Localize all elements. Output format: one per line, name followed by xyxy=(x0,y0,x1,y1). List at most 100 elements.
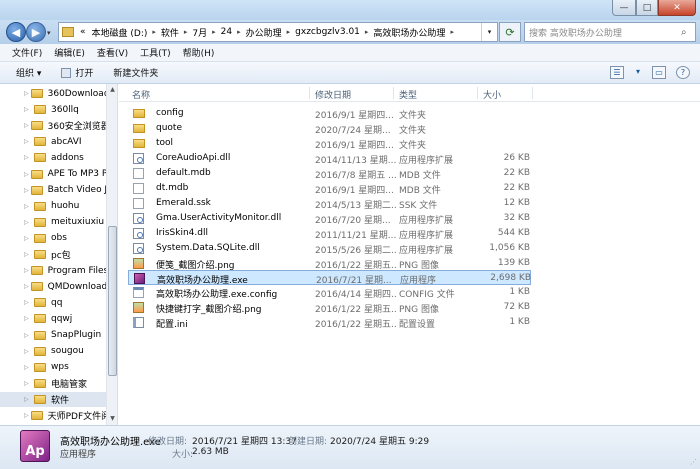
new-folder-button[interactable]: 新建文件夹 xyxy=(103,66,168,79)
breadcrumb-separator[interactable]: ▸ xyxy=(150,28,158,36)
sidebar-item[interactable]: ▷ 软件 xyxy=(0,391,106,407)
expand-arrow-icon[interactable]: ▷ xyxy=(24,267,29,274)
file-row[interactable]: CoreAudioApi.dll 2014/11/13 星期... 应用程序扩展 26… xyxy=(128,151,531,166)
sidebar-item[interactable]: ▷ 360Downloads xyxy=(0,86,106,101)
sidebar-item[interactable]: ▷ Program Files xyxy=(0,263,106,278)
breadcrumb-item[interactable]: 24 xyxy=(218,27,235,37)
sidebar-item[interactable]: ▷ abcAVI xyxy=(0,134,106,149)
breadcrumb-item[interactable]: 办公助理 xyxy=(243,26,285,39)
sidebar-item[interactable]: ▷ qqwj xyxy=(0,311,106,326)
expand-arrow-icon[interactable]: ▷ xyxy=(24,106,32,113)
breadcrumb-separator[interactable]: ▸ xyxy=(448,28,456,36)
file-row[interactable]: System.Data.SQLite.dll 2015/5/26 星期二... 应用… xyxy=(128,241,531,256)
expand-arrow-icon[interactable]: ▷ xyxy=(24,380,32,387)
breadcrumb-item[interactable]: gxzcbgzlv3.01 xyxy=(292,27,363,37)
close-button[interactable]: ✕ xyxy=(658,0,696,16)
scrollbar-thumb[interactable] xyxy=(108,226,117,376)
expand-arrow-icon[interactable]: ▷ xyxy=(24,203,32,210)
breadcrumb-overflow[interactable]: « xyxy=(77,27,89,37)
expand-arrow-icon[interactable]: ▷ xyxy=(24,396,32,403)
sidebar-item[interactable]: ▷ SnapPlugin xyxy=(0,328,106,343)
change-view-icon[interactable]: ☰ xyxy=(610,66,624,79)
breadcrumb-item[interactable]: 本地磁盘 (D:) xyxy=(89,26,151,39)
file-row[interactable]: tool 2016/9/1 星期四... 文件夹 xyxy=(128,136,531,151)
breadcrumb-item[interactable]: 软件 xyxy=(158,26,182,39)
expand-arrow-icon[interactable]: ▷ xyxy=(24,364,32,371)
view-dropdown-icon[interactable]: ▾ xyxy=(634,66,642,79)
forward-button[interactable]: ▶ xyxy=(26,22,46,42)
file-row[interactable]: Gma.UserActivityMonitor.dll 2016/7/20 星期.… xyxy=(128,211,531,226)
file-row[interactable]: Emerald.ssk 2014/5/13 星期二... SSK 文件 12 KB xyxy=(128,196,531,211)
sidebar-item[interactable]: ▷ APE To MP3 Pl xyxy=(0,167,106,182)
refresh-button[interactable]: ⟳ xyxy=(499,22,521,42)
expand-arrow-icon[interactable]: ▷ xyxy=(24,348,32,355)
maximize-button[interactable]: □ xyxy=(636,0,658,16)
breadcrumb-item[interactable]: 高效职场办公助理 xyxy=(370,26,448,39)
recent-pages-dropdown[interactable]: ▾ xyxy=(47,29,51,37)
sidebar-item[interactable]: ▷ sougou xyxy=(0,344,106,359)
breadcrumb-item[interactable]: 7月 xyxy=(189,26,210,39)
sidebar-item[interactable]: ▷ 天师PDF文件阅 xyxy=(0,408,106,423)
expand-arrow-icon[interactable]: ▷ xyxy=(24,332,32,339)
file-row[interactable]: 便笺_截图介绍.png 2016/1/22 星期五... PNG 图像 139 KB xyxy=(128,256,531,271)
menu-tools[interactable]: 工具(T) xyxy=(134,46,177,59)
help-icon[interactable]: ? xyxy=(676,66,690,79)
menu-edit[interactable]: 编辑(E) xyxy=(48,46,91,59)
sidebar-item[interactable]: ▷ 电脑管家 xyxy=(0,376,106,391)
column-header-type[interactable]: 类型 xyxy=(399,88,417,101)
file-row[interactable]: 配置.ini 2016/1/22 星期五... 配置设置 1 KB xyxy=(128,315,531,330)
breadcrumb-separator[interactable]: ▸ xyxy=(182,28,190,36)
file-row[interactable]: quote 2020/7/24 星期... 文件夹 xyxy=(128,121,531,136)
file-row[interactable]: IrisSkin4.dll 2011/11/21 星期... 应用程序扩展 544 K… xyxy=(128,226,531,241)
expand-arrow-icon[interactable]: ▷ xyxy=(24,412,29,419)
sidebar-item[interactable]: ▷ meituxiuxiu xyxy=(0,215,106,230)
sidebar-item[interactable]: ▷ obs xyxy=(0,231,106,246)
column-divider[interactable] xyxy=(393,87,394,99)
scroll-up-button[interactable]: ▲ xyxy=(107,84,117,96)
sidebar-item[interactable]: ▷ QMDownload xyxy=(0,279,106,294)
expand-arrow-icon[interactable]: ▷ xyxy=(24,122,29,129)
scroll-down-button[interactable]: ▼ xyxy=(107,413,117,425)
file-row[interactable]: dt.mdb 2016/9/1 星期四... MDB 文件 22 KB xyxy=(128,181,531,196)
minimize-button[interactable]: — xyxy=(612,0,636,16)
address-dropdown-button[interactable]: ▾ xyxy=(481,23,497,41)
expand-arrow-icon[interactable]: ▷ xyxy=(24,171,29,178)
sidebar-item[interactable]: ▷ 360安全浏览器 xyxy=(0,118,106,133)
expand-arrow-icon[interactable]: ▷ xyxy=(24,299,32,306)
expand-arrow-icon[interactable]: ▷ xyxy=(24,187,29,194)
expand-arrow-icon[interactable]: ▷ xyxy=(24,219,32,226)
sidebar-item[interactable]: ▷ addons xyxy=(0,150,106,165)
expand-arrow-icon[interactable]: ▷ xyxy=(24,251,32,258)
breadcrumb-separator[interactable]: ▸ xyxy=(363,28,371,36)
sidebar-item[interactable]: ▷ huohu xyxy=(0,199,106,214)
file-row[interactable]: default.mdb 2016/7/8 星期五 ... MDB 文件 22 KB xyxy=(128,166,531,181)
sidebar-item[interactable]: ▷ qq xyxy=(0,295,106,310)
sidebar-item[interactable]: ▷ pc包 xyxy=(0,247,106,262)
column-divider[interactable] xyxy=(309,87,310,99)
expand-arrow-icon[interactable]: ▷ xyxy=(24,283,29,290)
column-header-size[interactable]: 大小 xyxy=(483,88,501,101)
column-header-name[interactable]: 名称 xyxy=(132,88,150,101)
menu-view[interactable]: 查看(V) xyxy=(91,46,134,59)
organize-button[interactable]: 组织 ▾ xyxy=(0,66,51,79)
breadcrumb-separator[interactable]: ▸ xyxy=(235,28,243,36)
sidebar-scrollbar[interactable]: ▲ ▼ xyxy=(106,84,117,425)
column-divider[interactable] xyxy=(532,87,533,99)
address-bar[interactable]: « 本地磁盘 (D:) ▸ 软件 ▸ 7月 ▸ 24 ▸ 办公助理 ▸ gxzcbgzlv… xyxy=(58,22,498,42)
column-header-date[interactable]: 修改日期 xyxy=(315,88,351,101)
sidebar-item[interactable]: ▷ 360llq xyxy=(0,102,106,117)
file-row[interactable]: 高效职场办公助理.exe 2016/7/21 星期... 应用程序 2,698 KB xyxy=(128,270,531,286)
expand-arrow-icon[interactable]: ▷ xyxy=(24,315,32,322)
breadcrumb-separator[interactable]: ▸ xyxy=(210,28,218,36)
menu-help[interactable]: 帮助(H) xyxy=(177,46,221,59)
sidebar-item[interactable]: ▷ Batch Video Jo xyxy=(0,183,106,198)
file-row[interactable]: 快捷键打字_截图介绍.png 2016/1/22 星期五... PNG 图像 72 K… xyxy=(128,300,531,315)
expand-arrow-icon[interactable]: ▷ xyxy=(24,235,32,242)
file-row[interactable]: config 2016/9/1 星期四... 文件夹 xyxy=(128,106,531,121)
expand-arrow-icon[interactable]: ▷ xyxy=(24,138,32,145)
preview-pane-icon[interactable]: ▭ xyxy=(652,66,666,79)
breadcrumb-separator[interactable]: ▸ xyxy=(285,28,293,36)
search-input[interactable]: 搜索 高效职场办公助理 ⌕ xyxy=(524,22,696,42)
search-icon[interactable]: ⌕ xyxy=(681,27,695,38)
back-button[interactable]: ◀ xyxy=(6,22,26,42)
